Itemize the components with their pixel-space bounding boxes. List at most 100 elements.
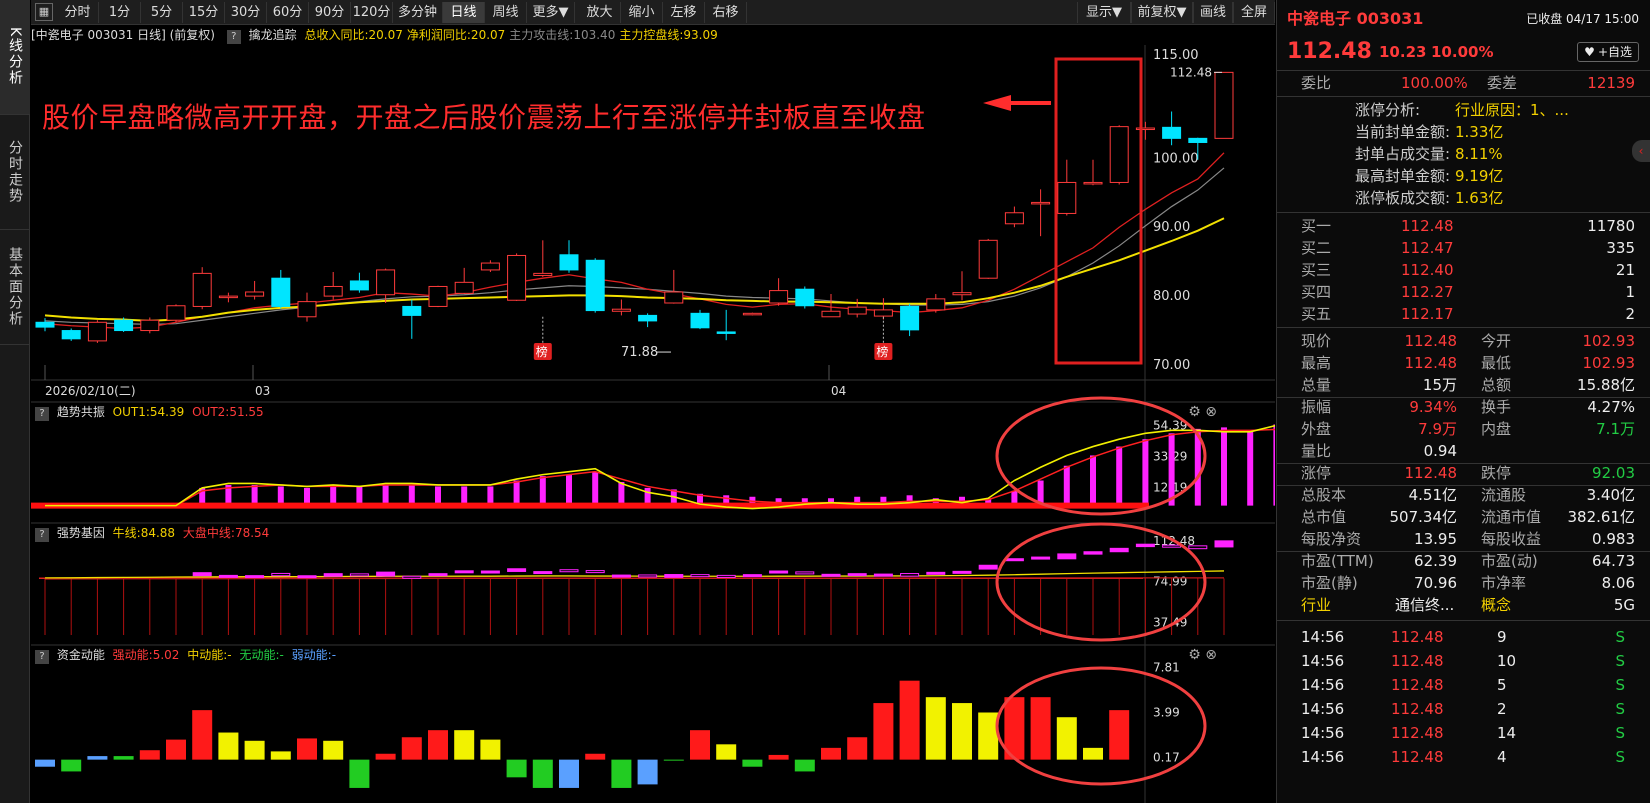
period-button[interactable]: 更多▼ bbox=[527, 2, 575, 23]
bid-row: 买四 112.27 1 bbox=[1277, 281, 1650, 303]
candle-body bbox=[192, 272, 212, 307]
limit-analysis-row: 涨停分析: 行业原因：1、... bbox=[1277, 99, 1650, 121]
nav-tab-0[interactable]: K线分析 bbox=[0, 0, 30, 115]
limit-analysis-value: 行业原因：1、... bbox=[1455, 101, 1569, 119]
candle-body bbox=[585, 259, 605, 312]
period-button[interactable]: 5分 bbox=[141, 2, 183, 23]
stat-value: 112.48 bbox=[1404, 354, 1458, 372]
limit-analysis-row: 最高封单金额: 9.19亿 bbox=[1277, 165, 1650, 187]
date-label: 03 bbox=[255, 384, 270, 398]
strength-candle bbox=[1135, 543, 1155, 548]
help-icon[interactable]: ? bbox=[35, 407, 49, 421]
period-button[interactable]: 120分 bbox=[351, 2, 393, 23]
bid-row: 买三 112.40 21 bbox=[1277, 259, 1650, 281]
tick-side: S bbox=[1615, 748, 1625, 766]
tick-time: 14:56 bbox=[1301, 748, 1345, 766]
price-tick-label: 80.00 bbox=[1153, 289, 1190, 304]
strength-candle bbox=[611, 574, 631, 578]
trend-bar bbox=[592, 471, 599, 506]
stat-value: 92.03 bbox=[1592, 464, 1635, 482]
weibi-row: 委比 100.00% 委差 12139 bbox=[1277, 72, 1650, 94]
action-button[interactable]: 放大 bbox=[579, 2, 621, 23]
candle-body bbox=[900, 305, 920, 331]
stat-value: 通信终... bbox=[1395, 596, 1455, 614]
bang-label: 榜 bbox=[876, 344, 888, 359]
weibi-value: 100.00% bbox=[1401, 74, 1468, 92]
period-button[interactable]: 60分 bbox=[267, 2, 309, 23]
stat-value: 15万 bbox=[1422, 376, 1457, 394]
capital-weak: 弱动能:- bbox=[291, 648, 337, 662]
tick-time: 14:56 bbox=[1301, 724, 1345, 742]
trend-out2: OUT2:51.55 bbox=[192, 405, 264, 419]
action-button[interactable]: 缩小 bbox=[621, 2, 663, 23]
period-button[interactable]: 30分 bbox=[225, 2, 267, 23]
stat-label: 市盈(静) bbox=[1301, 574, 1358, 592]
nav-tab-1[interactable]: 分时走势 bbox=[0, 115, 30, 230]
strength-candle bbox=[559, 569, 579, 573]
toolbar-right-button[interactable]: 画线 bbox=[1193, 2, 1233, 23]
stat-label: 振幅 bbox=[1301, 398, 1332, 416]
capital-bar bbox=[244, 740, 265, 760]
trend-bar bbox=[539, 476, 546, 506]
tick-volume: 5 bbox=[1497, 676, 1507, 694]
toolbar-right-button[interactable]: 前复权▼ bbox=[1131, 2, 1193, 23]
stat-value: 112.48 bbox=[1404, 332, 1458, 350]
stat-label: 量比 bbox=[1301, 442, 1332, 460]
stat-row: 行业 通信终... 概念 5G bbox=[1277, 594, 1650, 616]
separator bbox=[1277, 327, 1650, 328]
help-icon[interactable]: ? bbox=[35, 528, 49, 542]
tick-side: S bbox=[1615, 700, 1625, 718]
gear-icon[interactable]: ⚙ bbox=[1188, 404, 1201, 420]
help-icon[interactable]: ? bbox=[35, 650, 49, 664]
limit-analysis-row: 封单占成交量: 8.11% bbox=[1277, 143, 1650, 165]
period-button[interactable]: 15分 bbox=[183, 2, 225, 23]
limit-analysis-value: 8.11% bbox=[1455, 145, 1503, 163]
stat-label: 最低 bbox=[1481, 354, 1512, 372]
gear-icon[interactable]: ⚙ bbox=[1188, 647, 1201, 663]
tick-row: 14:56 112.48 10 S bbox=[1277, 650, 1650, 672]
action-button[interactable]: 右移 bbox=[705, 2, 747, 23]
tick-price: 112.48 bbox=[1391, 748, 1444, 766]
period-button[interactable]: 90分 bbox=[309, 2, 351, 23]
action-button[interactable]: 左移 bbox=[663, 2, 705, 23]
annotation-text: 股价早盘略微高开开盘，开盘之后股价震荡上行至涨停并封板直至收盘 bbox=[42, 101, 926, 134]
stat-label: 跌停 bbox=[1481, 464, 1512, 482]
capital-bar bbox=[323, 740, 344, 760]
limit-analysis-value: 1.33亿 bbox=[1455, 123, 1504, 141]
close-icon[interactable]: ⊗ bbox=[1205, 404, 1217, 420]
stat-row: 现价 112.48 今开 102.93 bbox=[1277, 330, 1650, 352]
help-icon[interactable]: ? bbox=[226, 30, 241, 44]
grid-icon[interactable]: ▦ bbox=[35, 3, 53, 21]
candle-body bbox=[454, 281, 474, 294]
candle-body bbox=[1031, 201, 1051, 205]
capital-bar bbox=[349, 759, 370, 788]
tick-price: 112.48 bbox=[1391, 628, 1444, 646]
capital-tick-label: 3.99 bbox=[1153, 706, 1180, 720]
stat-row: 总市值 507.34亿 流通市值 382.61亿 bbox=[1277, 506, 1650, 528]
add-favorite-button[interactable]: ♥ +自选 bbox=[1577, 42, 1639, 62]
candle-body bbox=[533, 272, 553, 276]
candle-body bbox=[1083, 181, 1103, 185]
close-icon[interactable]: ⊗ bbox=[1205, 647, 1217, 663]
period-button[interactable]: 1分 bbox=[99, 2, 141, 23]
tick-row: 14:56 112.48 2 S bbox=[1277, 698, 1650, 720]
strength-candle bbox=[218, 574, 238, 578]
collapse-panel-button[interactable]: ‹ bbox=[1632, 140, 1650, 162]
ma-yellow-line bbox=[44, 217, 1225, 322]
strength-candle bbox=[533, 571, 553, 575]
strength-candle bbox=[900, 573, 920, 577]
period-button[interactable]: 日线 bbox=[443, 2, 485, 23]
candle-body bbox=[1109, 126, 1129, 183]
period-button[interactable]: 多分钟 bbox=[393, 2, 443, 23]
nav-tab-2[interactable]: 基本面分析 bbox=[0, 230, 30, 345]
period-button[interactable]: 周线 bbox=[485, 2, 527, 23]
capital-bar bbox=[1030, 697, 1051, 760]
toolbar-right-button[interactable]: 显示▼ bbox=[1077, 2, 1131, 23]
strength-bull: 牛线:84.88 bbox=[112, 526, 176, 540]
capital-bar bbox=[401, 737, 422, 760]
toolbar-right-button[interactable]: 全屏 bbox=[1233, 2, 1275, 23]
capital-tick-label: 0.17 bbox=[1153, 751, 1180, 765]
candle-body bbox=[297, 301, 317, 318]
period-button[interactable]: 分时 bbox=[57, 2, 99, 23]
tick-volume: 9 bbox=[1497, 628, 1507, 646]
